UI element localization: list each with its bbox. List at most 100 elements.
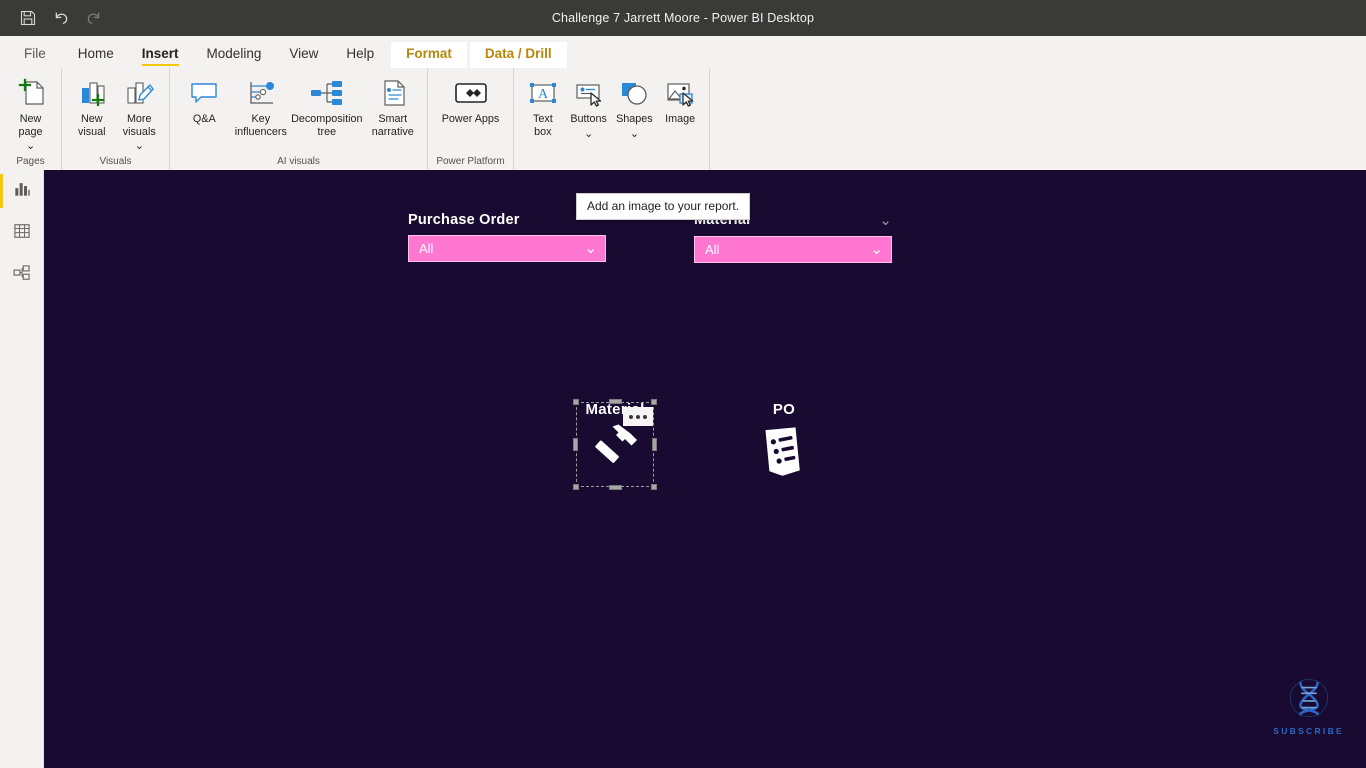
more-visuals-button[interactable]: More visuals ⌄ — [116, 72, 164, 153]
ribbon-group-visuals: New visual More visuals ⌄ Visuals — [62, 68, 170, 170]
view-rail — [0, 170, 44, 768]
decomposition-tree-button[interactable]: Decomposition tree — [289, 72, 364, 138]
resize-handle-w[interactable] — [573, 438, 578, 451]
ribbon-groups: New page ⌄ Pages New visual More visuals… — [0, 68, 1366, 170]
tab-data-drill[interactable]: Data / Drill — [469, 42, 567, 68]
sidebar-item-model-view[interactable] — [0, 254, 43, 296]
power-bi-desktop-window: Challenge 7 Jarrett Moore - Power BI Des… — [0, 0, 1366, 768]
resize-handle-sw[interactable] — [573, 484, 579, 490]
shapes-button[interactable]: Shapes ⌄ — [612, 72, 658, 140]
tab-help[interactable]: Help — [332, 43, 388, 68]
qna-button[interactable]: Q&A — [176, 72, 233, 126]
ribbon-group-filler — [710, 68, 1366, 170]
tab-view[interactable]: View — [275, 43, 332, 68]
slicer-material-dropdown[interactable]: All ⌄ — [694, 236, 892, 263]
chevron-down-icon[interactable]: ⌄ — [584, 241, 597, 256]
chevron-down-icon[interactable]: ⌄ — [879, 211, 892, 229]
ribbon-group-elements: A Text box Buttons ⌄ Shapes ⌄ Image — [514, 68, 710, 170]
group-label-power-platform: Power Platform — [436, 156, 505, 167]
save-icon[interactable] — [18, 8, 38, 28]
image-icon — [663, 75, 697, 111]
shapes-icon — [617, 75, 651, 111]
qna-icon — [187, 75, 221, 111]
image-po[interactable]: PO — [739, 402, 829, 487]
subscribe-label: SUBSCRIBE — [1273, 726, 1344, 736]
buttons-button[interactable]: Buttons ⌄ — [566, 72, 612, 140]
chevron-down-icon[interactable]: ⌄ — [584, 128, 593, 141]
tab-file[interactable]: File — [14, 43, 64, 68]
ribbon-group-pages: New page ⌄ Pages — [0, 68, 62, 170]
new-visual-icon — [75, 75, 109, 111]
chevron-down-icon[interactable]: ⌄ — [26, 140, 35, 153]
resize-handle-s[interactable] — [608, 485, 622, 490]
new-visual-button[interactable]: New visual — [68, 72, 116, 138]
svg-text:A: A — [538, 87, 549, 102]
undo-icon[interactable] — [51, 8, 71, 28]
text-box-label: Text box — [532, 113, 553, 138]
report-view-icon — [12, 179, 32, 204]
title-bar: Challenge 7 Jarrett Moore - Power BI Des… — [0, 0, 1366, 36]
decomposition-tree-icon — [307, 75, 347, 111]
resize-handle-nw[interactable] — [573, 399, 579, 405]
buttons-icon — [572, 75, 606, 111]
chevron-down-icon[interactable]: ⌄ — [135, 140, 144, 153]
image-material-more-options-button[interactable] — [623, 407, 653, 426]
dna-helix-icon — [1288, 678, 1330, 725]
tab-home[interactable]: Home — [64, 43, 128, 68]
new-page-button[interactable]: New page ⌄ — [6, 72, 55, 153]
smart-narrative-icon — [376, 75, 410, 111]
shapes-label: Shapes — [616, 113, 653, 125]
text-box-button[interactable]: A Text box — [520, 72, 566, 138]
key-influencers-button[interactable]: Key influencers — [233, 72, 290, 138]
tab-insert[interactable]: Insert — [128, 43, 193, 68]
smart-narrative-button[interactable]: Smart narrative — [364, 72, 421, 138]
sidebar-item-report-view[interactable] — [0, 170, 43, 212]
key-influencers-icon — [244, 75, 278, 111]
resize-handle-e[interactable] — [652, 438, 657, 451]
resize-handle-ne[interactable] — [651, 399, 657, 405]
subscribe-watermark[interactable]: SUBSCRIBE — [1273, 678, 1344, 736]
hammer-icon — [585, 419, 645, 480]
model-view-icon — [12, 263, 32, 288]
slicer-purchase-order-value: All — [419, 241, 434, 256]
new-page-icon — [14, 75, 48, 111]
quick-access-toolbar — [0, 8, 104, 28]
more-visuals-icon — [122, 75, 156, 111]
tab-format[interactable]: Format — [391, 42, 467, 68]
ellipsis-dot — [636, 414, 640, 419]
ellipsis-dot — [643, 414, 647, 419]
slicer-purchase-order-dropdown[interactable]: All ⌄ — [408, 235, 606, 262]
image-po-content: PO — [739, 402, 829, 487]
resize-handle-se[interactable] — [651, 484, 657, 490]
ellipsis-dot — [629, 414, 633, 419]
redo-icon — [84, 8, 104, 28]
group-label-pages: Pages — [16, 156, 45, 167]
decomposition-tree-label: Decomposition tree — [291, 113, 363, 138]
new-page-label: New page — [18, 113, 43, 138]
ribbon-tab-strip: File Home Insert Modeling View Help Form… — [0, 36, 1366, 68]
power-apps-icon — [449, 75, 493, 111]
qna-label: Q&A — [192, 113, 216, 125]
key-influencers-label: Key influencers — [234, 113, 287, 138]
chevron-down-icon[interactable]: ⌄ — [630, 128, 639, 141]
sidebar-item-data-view[interactable] — [0, 212, 43, 254]
buttons-label: Buttons — [570, 113, 607, 125]
image-material[interactable]: Material — [573, 399, 657, 490]
ribbon-group-ai-visuals: Q&A Key influencers Decomposition tree S… — [170, 68, 428, 170]
window-title: Challenge 7 Jarrett Moore - Power BI Des… — [551, 11, 815, 25]
image-label: Image — [665, 113, 696, 125]
resize-handle-n[interactable] — [608, 399, 622, 404]
tab-modeling[interactable]: Modeling — [193, 43, 276, 68]
chevron-down-icon[interactable]: ⌄ — [870, 242, 883, 257]
power-apps-button[interactable]: Power Apps — [434, 72, 507, 126]
smart-narrative-label: Smart narrative — [371, 113, 414, 138]
image-button[interactable]: Image — [657, 72, 703, 126]
new-visual-label: New visual — [77, 113, 106, 138]
ribbon: File Home Insert Modeling View Help Form… — [0, 36, 1366, 220]
report-canvas[interactable]: Purchase Order All ⌄ Material ⌄ All ⌄ Ma… — [44, 170, 1366, 768]
image-button-tooltip: Add an image to your report. — [576, 193, 751, 220]
invoice-document-icon — [752, 421, 816, 488]
ribbon-group-power-platform: Power Apps Power Platform — [428, 68, 514, 170]
text-box-icon: A — [526, 75, 560, 111]
data-view-icon — [12, 221, 32, 246]
